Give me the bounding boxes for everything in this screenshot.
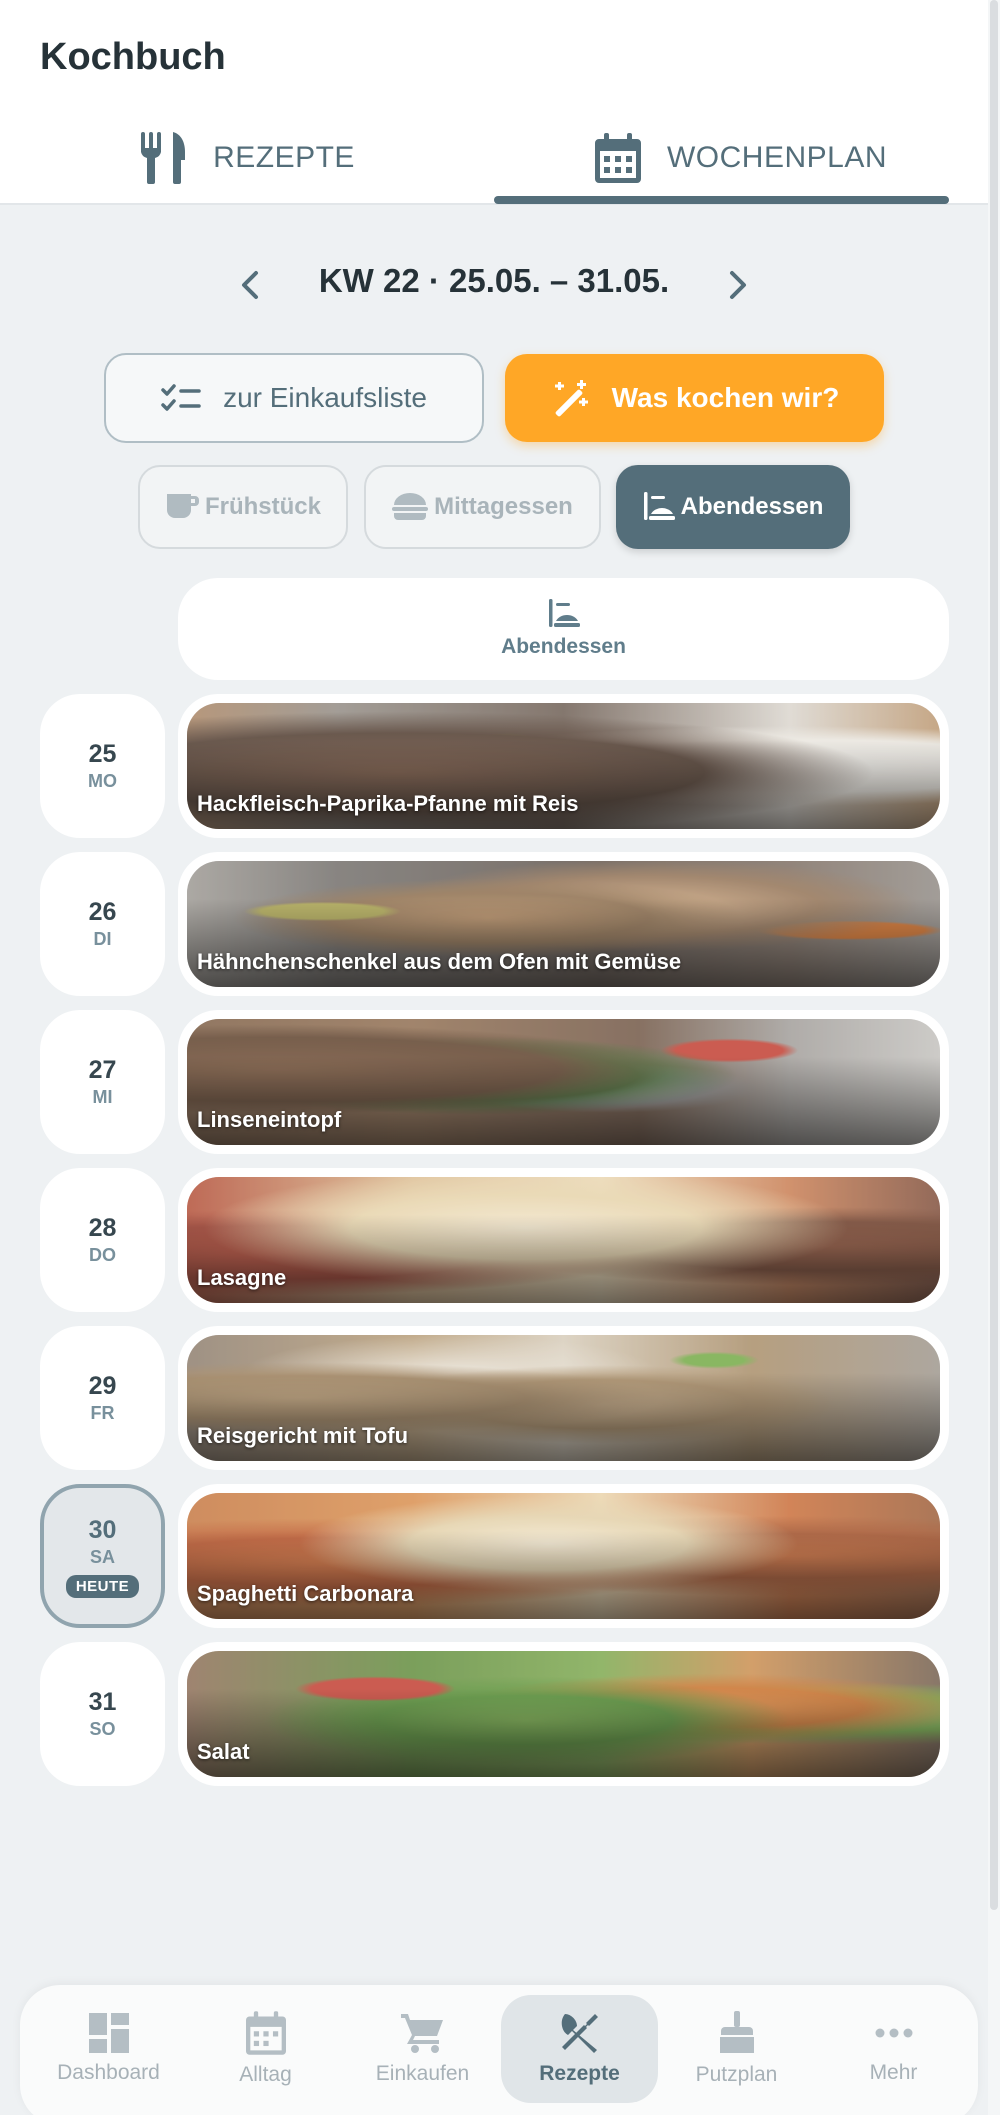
meal-name: Hackfleisch-Paprika-Pfanne mit Reis <box>197 791 579 816</box>
shopping-list-button[interactable]: zur Einkaufsliste <box>104 353 484 443</box>
meal-type-dinner[interactable]: Abendessen <box>616 465 850 549</box>
cart-icon <box>400 2014 443 2053</box>
day-cell-monday[interactable]: 25 MO <box>40 694 165 838</box>
nav-mehr-label: Mehr <box>869 2061 918 2084</box>
next-week-button[interactable] <box>716 262 760 308</box>
meal-photo: Spaghetti Carbonara <box>187 1493 940 1619</box>
dinner-plate-icon <box>643 492 675 520</box>
meal-card-thursday[interactable]: Lasagne <box>178 1168 949 1312</box>
nav-alltag[interactable]: Alltag <box>187 1995 344 2103</box>
meal-photo: Hähnchenschenkel aus dem Ofen mit Gemüse <box>187 861 940 987</box>
meal-name: Linseneintopf <box>197 1107 342 1132</box>
active-tab-indicator <box>494 196 949 204</box>
meal-card-saturday[interactable]: Spaghetti Carbonara <box>178 1484 949 1628</box>
tab-recipes[interactable]: REZEPTE <box>0 110 494 205</box>
day-number: 29 <box>88 1372 117 1400</box>
meal-type-breakfast-label: Frühstück <box>204 493 321 520</box>
week-navigator: KW 22 · 25.05. – 31.05. <box>0 250 988 320</box>
meal-photo: Reisgericht mit Tofu <box>187 1335 940 1461</box>
day-weekday: FR <box>90 1403 115 1423</box>
tab-weekplan[interactable]: WOCHENPLAN <box>494 110 988 205</box>
nav-putzplan-label: Putzplan <box>695 2063 778 2086</box>
day-cell-sunday[interactable]: 31 SO <box>40 1642 165 1786</box>
app-title: Kochbuch <box>40 36 226 78</box>
meal-name: Lasagne <box>197 1265 287 1290</box>
nav-dashboard[interactable]: Dashboard <box>30 1995 187 2103</box>
meal-name: Reisgericht mit Tofu <box>197 1423 409 1448</box>
nav-einkaufen[interactable]: Einkaufen <box>344 1995 501 2103</box>
day-cell-thursday[interactable]: 28 DO <box>40 1168 165 1312</box>
fork-knife-icon <box>141 131 186 184</box>
chevron-left-icon <box>242 271 258 299</box>
meal-column-header: Abendessen <box>178 578 949 680</box>
meal-column-label: Abendessen <box>501 635 626 658</box>
shopping-list-label: zur Einkaufsliste <box>223 382 427 413</box>
nav-einkaufen-label: Einkaufen <box>375 2062 470 2085</box>
more-dots-icon <box>875 2028 912 2038</box>
nav-rezepte-label: Rezepte <box>539 2062 620 2085</box>
day-weekday: DI <box>93 929 112 949</box>
day-weekday: SA <box>89 1546 115 1567</box>
day-number: 31 <box>88 1688 117 1716</box>
coffee-cup-icon <box>166 494 199 518</box>
scrollbar-thumb[interactable] <box>990 0 998 1910</box>
day-weekday: MI <box>92 1087 113 1107</box>
meal-photo: Hackfleisch-Paprika-Pfanne mit Reis <box>187 703 940 829</box>
previous-week-button[interactable] <box>228 262 272 308</box>
nav-alltag-label: Alltag <box>239 2063 292 2086</box>
meal-photo: Salat <box>187 1651 940 1777</box>
broom-icon <box>719 2011 754 2053</box>
nav-dashboard-label: Dashboard <box>57 2061 160 2084</box>
magic-wand-icon <box>554 380 588 417</box>
meal-photo: Linseneintopf <box>187 1019 940 1145</box>
day-weekday: SO <box>89 1719 116 1739</box>
burger-icon <box>392 493 429 520</box>
chevron-right-icon <box>730 271 746 299</box>
meal-type-dinner-label: Abendessen <box>680 493 824 520</box>
bottom-navigation: Dashboard Alltag Einkaufen Rezepte Putzp… <box>20 1985 978 2115</box>
tab-recipes-label: REZEPTE <box>213 140 355 174</box>
meal-type-lunch[interactable]: Mittagessen <box>364 465 601 549</box>
meal-photo: Lasagne <box>187 1177 940 1303</box>
calendar-icon <box>594 132 641 183</box>
checklist-icon <box>161 384 201 411</box>
tab-weekplan-label: WOCHENPLAN <box>666 140 888 174</box>
dashboard-icon <box>88 2013 129 2053</box>
nav-rezepte[interactable]: Rezepte <box>501 1995 658 2103</box>
day-cell-friday[interactable]: 29 FR <box>40 1326 165 1470</box>
nav-mehr[interactable]: Mehr <box>815 1995 972 2103</box>
calendar-icon <box>245 2011 286 2055</box>
what-to-cook-label: Was kochen wir? <box>611 382 840 413</box>
day-cell-wednesday[interactable]: 27 MI <box>40 1010 165 1154</box>
day-weekday: DO <box>89 1245 116 1265</box>
meal-card-monday[interactable]: Hackfleisch-Paprika-Pfanne mit Reis <box>178 694 949 838</box>
meal-name: Spaghetti Carbonara <box>197 1581 414 1606</box>
meal-card-sunday[interactable]: Salat <box>178 1642 949 1786</box>
what-to-cook-button[interactable]: Was kochen wir? <box>505 354 884 442</box>
meal-card-wednesday[interactable]: Linseneintopf <box>178 1010 949 1154</box>
today-badge: HEUTE <box>65 1574 140 1598</box>
meal-name: Hähnchenschenkel aus dem Ofen mit Gemüse <box>197 949 682 974</box>
day-weekday: MO <box>88 771 117 791</box>
day-number: 26 <box>88 898 117 926</box>
day-number: 25 <box>88 740 117 768</box>
day-cell-saturday-today[interactable]: 30 SA HEUTE <box>40 1484 165 1628</box>
top-app-bar: Kochbuch REZEPTE WOCHENPLAN <box>0 0 988 205</box>
meal-name: Salat <box>197 1739 250 1764</box>
day-number: 30 <box>88 1515 117 1544</box>
nav-putzplan[interactable]: Putzplan <box>658 1995 815 2103</box>
utensils-icon <box>561 2014 598 2053</box>
day-number: 27 <box>88 1056 117 1084</box>
day-number: 28 <box>88 1214 117 1242</box>
meal-type-lunch-label: Mittagessen <box>434 493 573 520</box>
day-cell-tuesday[interactable]: 26 DI <box>40 852 165 996</box>
week-title: KW 22 · 25.05. – 31.05. <box>318 262 670 299</box>
meal-type-breakfast[interactable]: Frühstück <box>138 465 348 549</box>
meal-card-friday[interactable]: Reisgericht mit Tofu <box>178 1326 949 1470</box>
meal-card-tuesday[interactable]: Hähnchenschenkel aus dem Ofen mit Gemüse <box>178 852 949 996</box>
dinner-plate-icon <box>548 599 580 627</box>
